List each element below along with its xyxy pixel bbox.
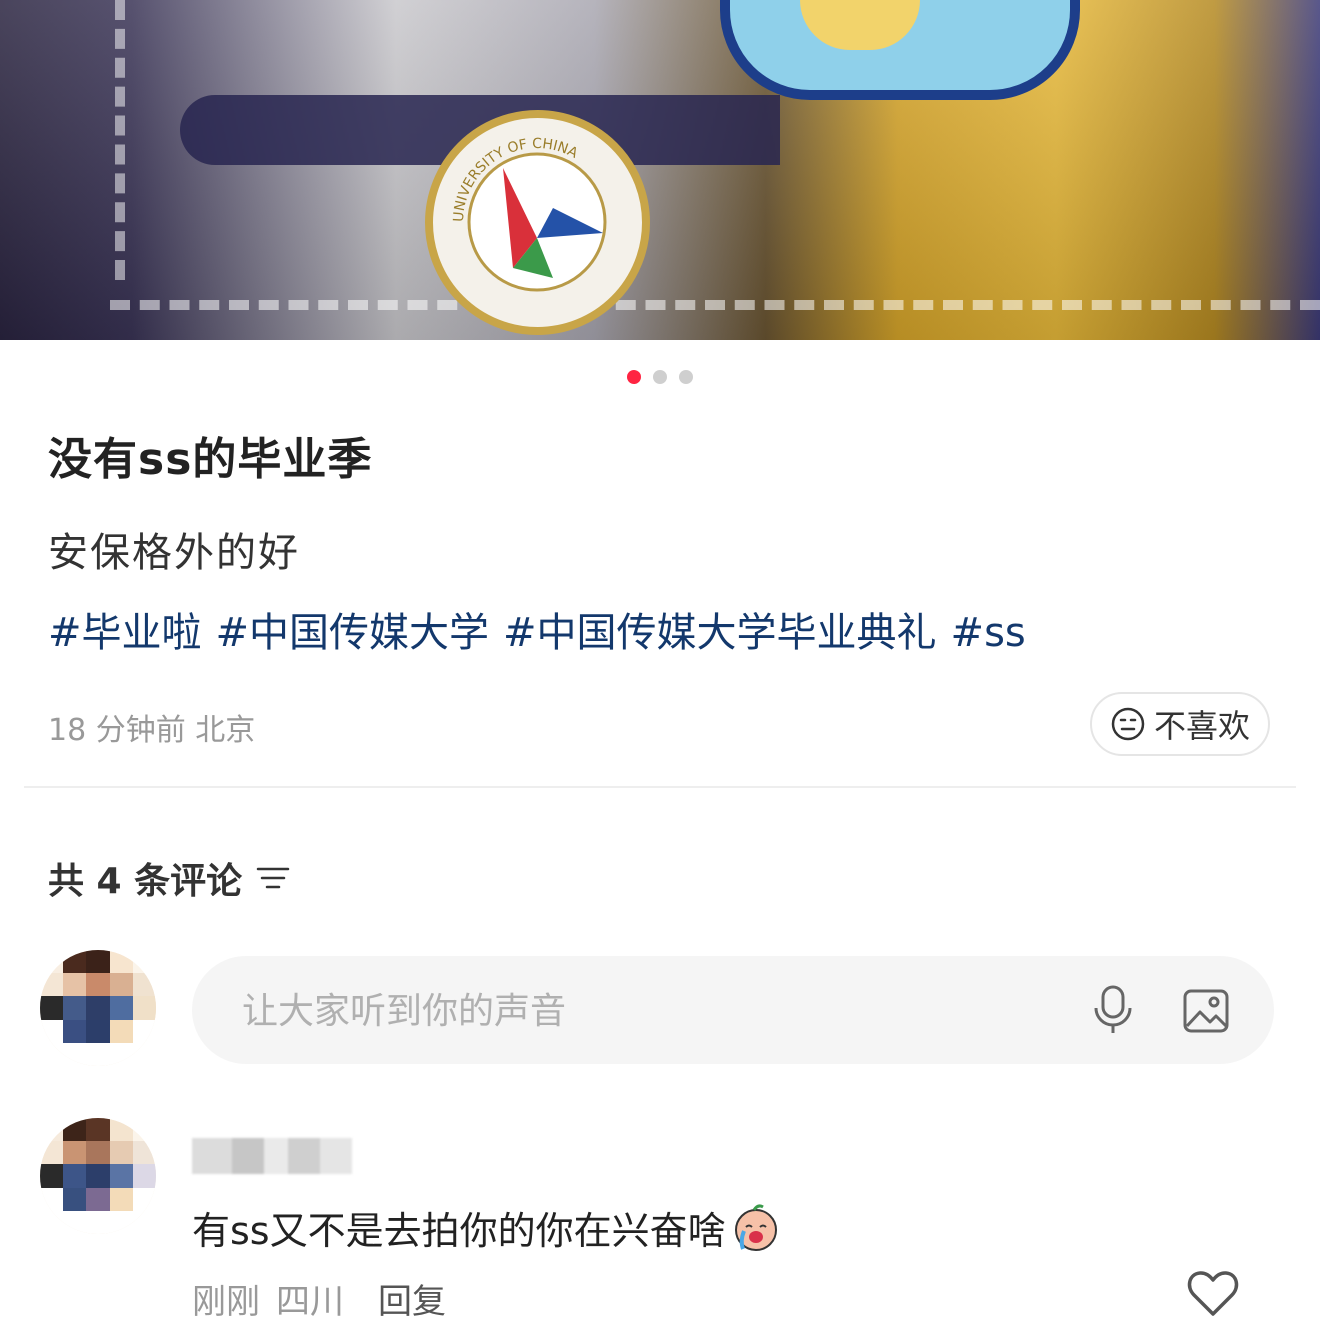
comment-input-container[interactable] (192, 956, 1274, 1064)
microphone-icon[interactable] (1090, 984, 1136, 1036)
commenter-avatar[interactable] (40, 1118, 156, 1234)
sort-icon[interactable] (256, 863, 290, 893)
heart-icon[interactable] (1186, 1268, 1240, 1318)
comment-location: 四川 (276, 1282, 344, 1322)
carousel-indicator (0, 370, 1320, 384)
comment-text-row: 有ss又不是去拍你的你在兴奋啥 (192, 1200, 782, 1255)
divider (24, 786, 1296, 788)
comment-text: 有ss又不是去拍你的你在兴奋啥 (192, 1209, 726, 1253)
post-title: 没有ss的毕业季 (48, 434, 373, 485)
post-tags: #毕业啦 #中国传媒大学 #中国传媒大学毕业典礼 #ss (48, 600, 1040, 658)
commenter-name-redacted[interactable] (192, 1138, 352, 1174)
comment-count[interactable]: 共 4 条评论 (48, 852, 290, 904)
post-location: 北京 (195, 713, 256, 748)
carousel-dot-active (627, 370, 641, 384)
hashtag-link[interactable]: #ss (951, 610, 1026, 656)
avatar[interactable] (40, 950, 156, 1066)
carousel-dot (653, 370, 667, 384)
carousel-dot (679, 370, 693, 384)
reply-button[interactable]: 回复 (378, 1274, 446, 1323)
dislike-label: 不喜欢 (1153, 707, 1250, 745)
comment-input[interactable] (240, 984, 1064, 1038)
comment-meta: 刚刚 四川 回复 (192, 1274, 446, 1323)
university-badge: UNIVERSITY OF CHINA (425, 110, 650, 335)
crying-emoji-icon (734, 1204, 777, 1251)
image-icon[interactable] (1182, 988, 1230, 1034)
hashtag-link[interactable]: #中国传媒大学毕业典礼 (503, 610, 937, 656)
dislike-face-icon (1111, 707, 1145, 741)
post-body: 安保格外的好 (48, 530, 300, 576)
comment-count-label: 共 4 条评论 (48, 861, 243, 902)
post-photo[interactable]: UNIVERSITY OF CHINA (0, 0, 1320, 340)
post-meta: 18 分钟前 北京 (48, 705, 255, 749)
post-time: 18 分钟前 (48, 713, 186, 748)
comment-time: 刚刚 (192, 1282, 260, 1322)
hashtag-link[interactable]: #毕业啦 (48, 610, 202, 656)
hashtag-link[interactable]: #中国传媒大学 (216, 610, 490, 656)
dislike-button[interactable]: 不喜欢 (1090, 692, 1270, 756)
